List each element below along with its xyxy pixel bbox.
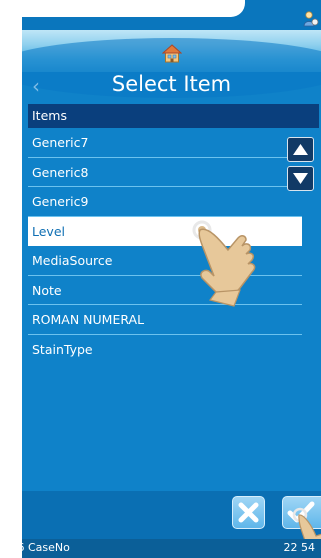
list-header: Items xyxy=(28,104,319,128)
bottom-toolbar xyxy=(22,491,321,539)
title-row: ‹ Select Item xyxy=(22,70,321,102)
scroll-down-button[interactable] xyxy=(287,166,314,191)
list-item-label: Note xyxy=(32,282,62,298)
status-tab-cap xyxy=(205,0,245,17)
scroll-up-button[interactable] xyxy=(287,137,314,162)
screen: ‹ Select Item Items Generic7 Generic8 Ge… xyxy=(0,0,321,558)
footer-right-text: 22 54 xyxy=(283,541,316,554)
list-item-label: MediaSource xyxy=(32,253,113,268)
arrow-up-icon xyxy=(293,144,308,155)
home-icon[interactable] xyxy=(161,44,183,63)
user-icon[interactable] xyxy=(301,10,319,28)
hand-pointer-icon xyxy=(192,220,256,307)
list-item-label: Generic8 xyxy=(32,164,89,180)
status-tab xyxy=(22,0,221,17)
left-margin xyxy=(0,0,22,558)
arrow-down-icon xyxy=(293,173,308,184)
status-bar xyxy=(22,0,321,30)
list-item-generic7[interactable]: Generic7 xyxy=(28,128,302,158)
list-item-label: Level xyxy=(32,223,65,239)
footer-left-text: 55,6 CaseNo xyxy=(0,541,70,554)
close-icon xyxy=(238,502,259,523)
list-item-label: StainType xyxy=(32,341,93,357)
list-item-generic8[interactable]: Generic8 xyxy=(28,158,302,187)
list-item-label: Generic7 xyxy=(32,135,89,150)
list-item-label: ROMAN NUMERAL xyxy=(32,312,145,327)
page-title: Select Item xyxy=(111,72,232,96)
list-item-staintype[interactable]: StainType xyxy=(28,335,302,365)
device-screen: ‹ Select Item Items Generic7 Generic8 Ge… xyxy=(22,0,321,558)
cancel-button[interactable] xyxy=(232,496,265,529)
list-item-label: Generic9 xyxy=(32,194,89,209)
